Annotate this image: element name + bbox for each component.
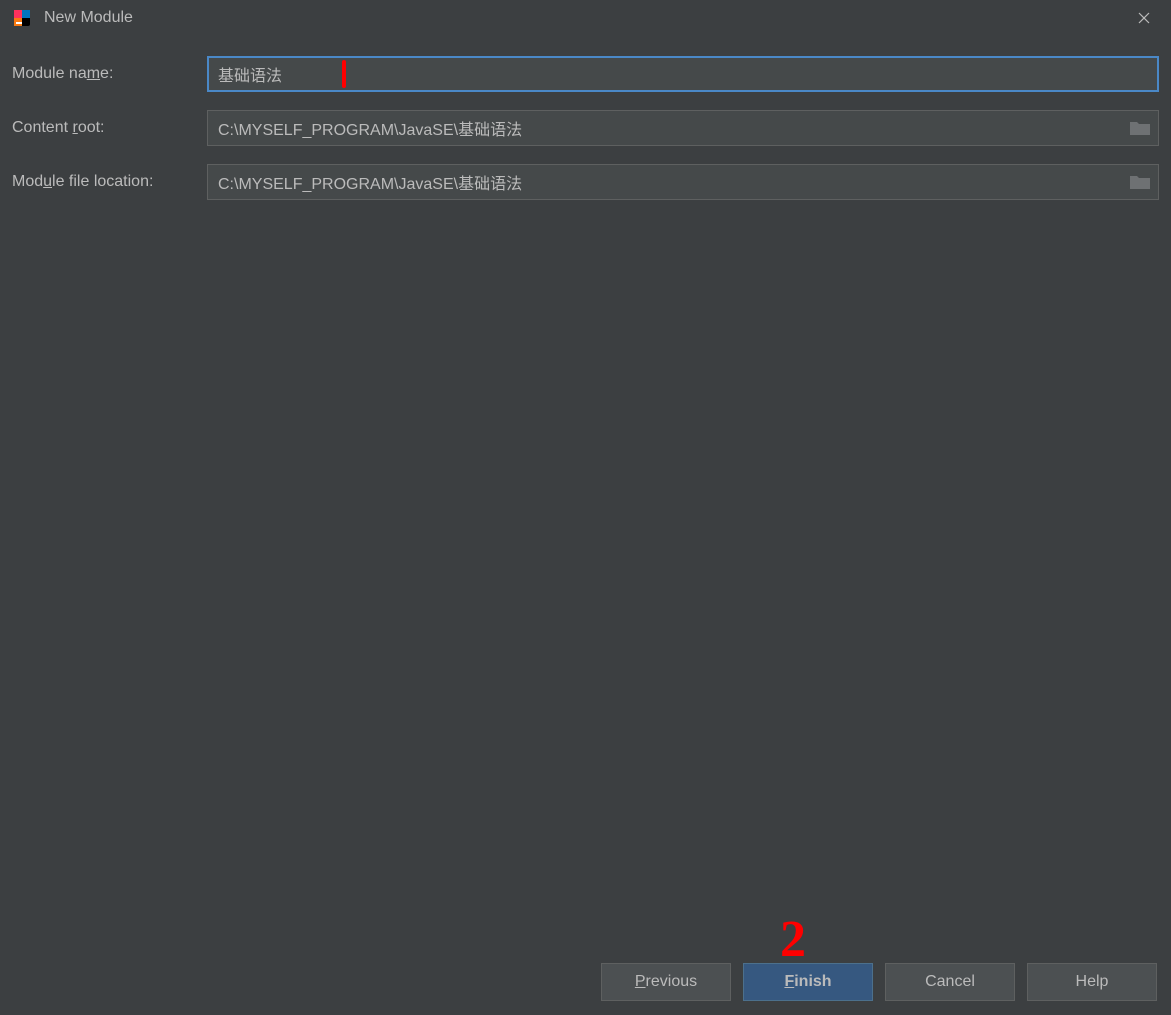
label-text: le file location: bbox=[52, 173, 153, 190]
browse-folder-icon[interactable] bbox=[1129, 119, 1151, 137]
form-grid: Module name: Content root: Module file l… bbox=[12, 56, 1159, 200]
browse-folder-icon[interactable] bbox=[1129, 173, 1151, 191]
module-file-location-label: Module file location: bbox=[12, 173, 207, 191]
previous-button[interactable]: Previous bbox=[601, 963, 731, 1001]
content-root-label: Content root: bbox=[12, 119, 207, 137]
content-root-input[interactable] bbox=[207, 110, 1159, 146]
module-name-label: Module name: bbox=[12, 65, 207, 83]
window-title: New Module bbox=[44, 9, 1129, 27]
spacer bbox=[12, 200, 1159, 943]
btn-mnemonic: F bbox=[784, 973, 794, 990]
cancel-button[interactable]: Cancel bbox=[885, 963, 1015, 1001]
label-text: e: bbox=[100, 65, 113, 82]
btn-text: revious bbox=[646, 973, 698, 990]
help-button[interactable]: Help bbox=[1027, 963, 1157, 1001]
content-root-input-wrap bbox=[207, 110, 1159, 146]
label-text: Module na bbox=[12, 65, 87, 82]
finish-button[interactable]: Finish bbox=[743, 963, 873, 1001]
module-name-input-wrap bbox=[207, 56, 1159, 92]
label-mnemonic: u bbox=[43, 173, 52, 190]
module-file-location-input[interactable] bbox=[207, 164, 1159, 200]
close-icon[interactable] bbox=[1129, 3, 1159, 33]
button-bar: Previous Finish Cancel Help bbox=[0, 953, 1171, 1015]
label-mnemonic: m bbox=[87, 65, 100, 82]
titlebar: New Module bbox=[0, 0, 1171, 36]
module-file-location-input-wrap bbox=[207, 164, 1159, 200]
label-text: Content bbox=[12, 119, 72, 136]
btn-mnemonic: P bbox=[635, 973, 646, 990]
btn-text: inish bbox=[794, 973, 831, 990]
label-text: Mod bbox=[12, 173, 43, 190]
label-text: oot: bbox=[78, 119, 105, 136]
intellij-icon bbox=[12, 8, 32, 28]
dialog-content: Module name: Content root: Module file l… bbox=[0, 36, 1171, 953]
module-name-input[interactable] bbox=[207, 56, 1159, 92]
